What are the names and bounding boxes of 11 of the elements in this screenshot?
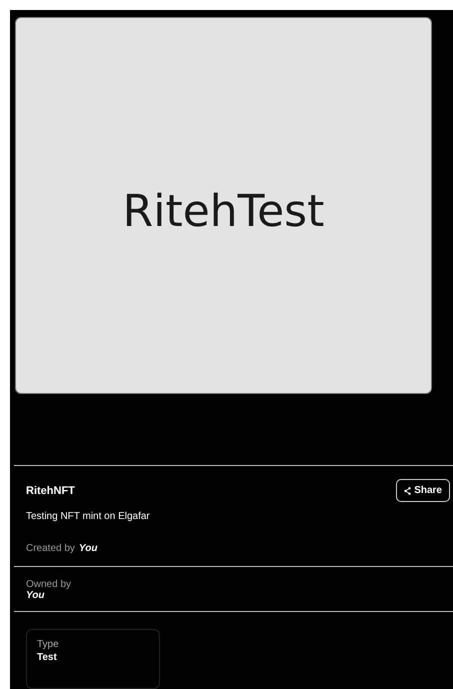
created-by-label: Created by: [26, 543, 75, 554]
nft-title: RitehNFT: [26, 484, 75, 496]
share-icon: [404, 486, 412, 494]
owned-by-label: Owned by: [26, 579, 72, 590]
image-text: RitehTest: [122, 186, 324, 237]
owner-name: You: [26, 590, 46, 601]
description: Testing NFT mint on Elgafar: [26, 511, 151, 522]
attribute-value: Test: [37, 652, 58, 663]
attribute-trait: Type: [37, 639, 60, 650]
share-button[interactable]: Share: [396, 479, 450, 502]
creator-name: You: [78, 543, 98, 554]
